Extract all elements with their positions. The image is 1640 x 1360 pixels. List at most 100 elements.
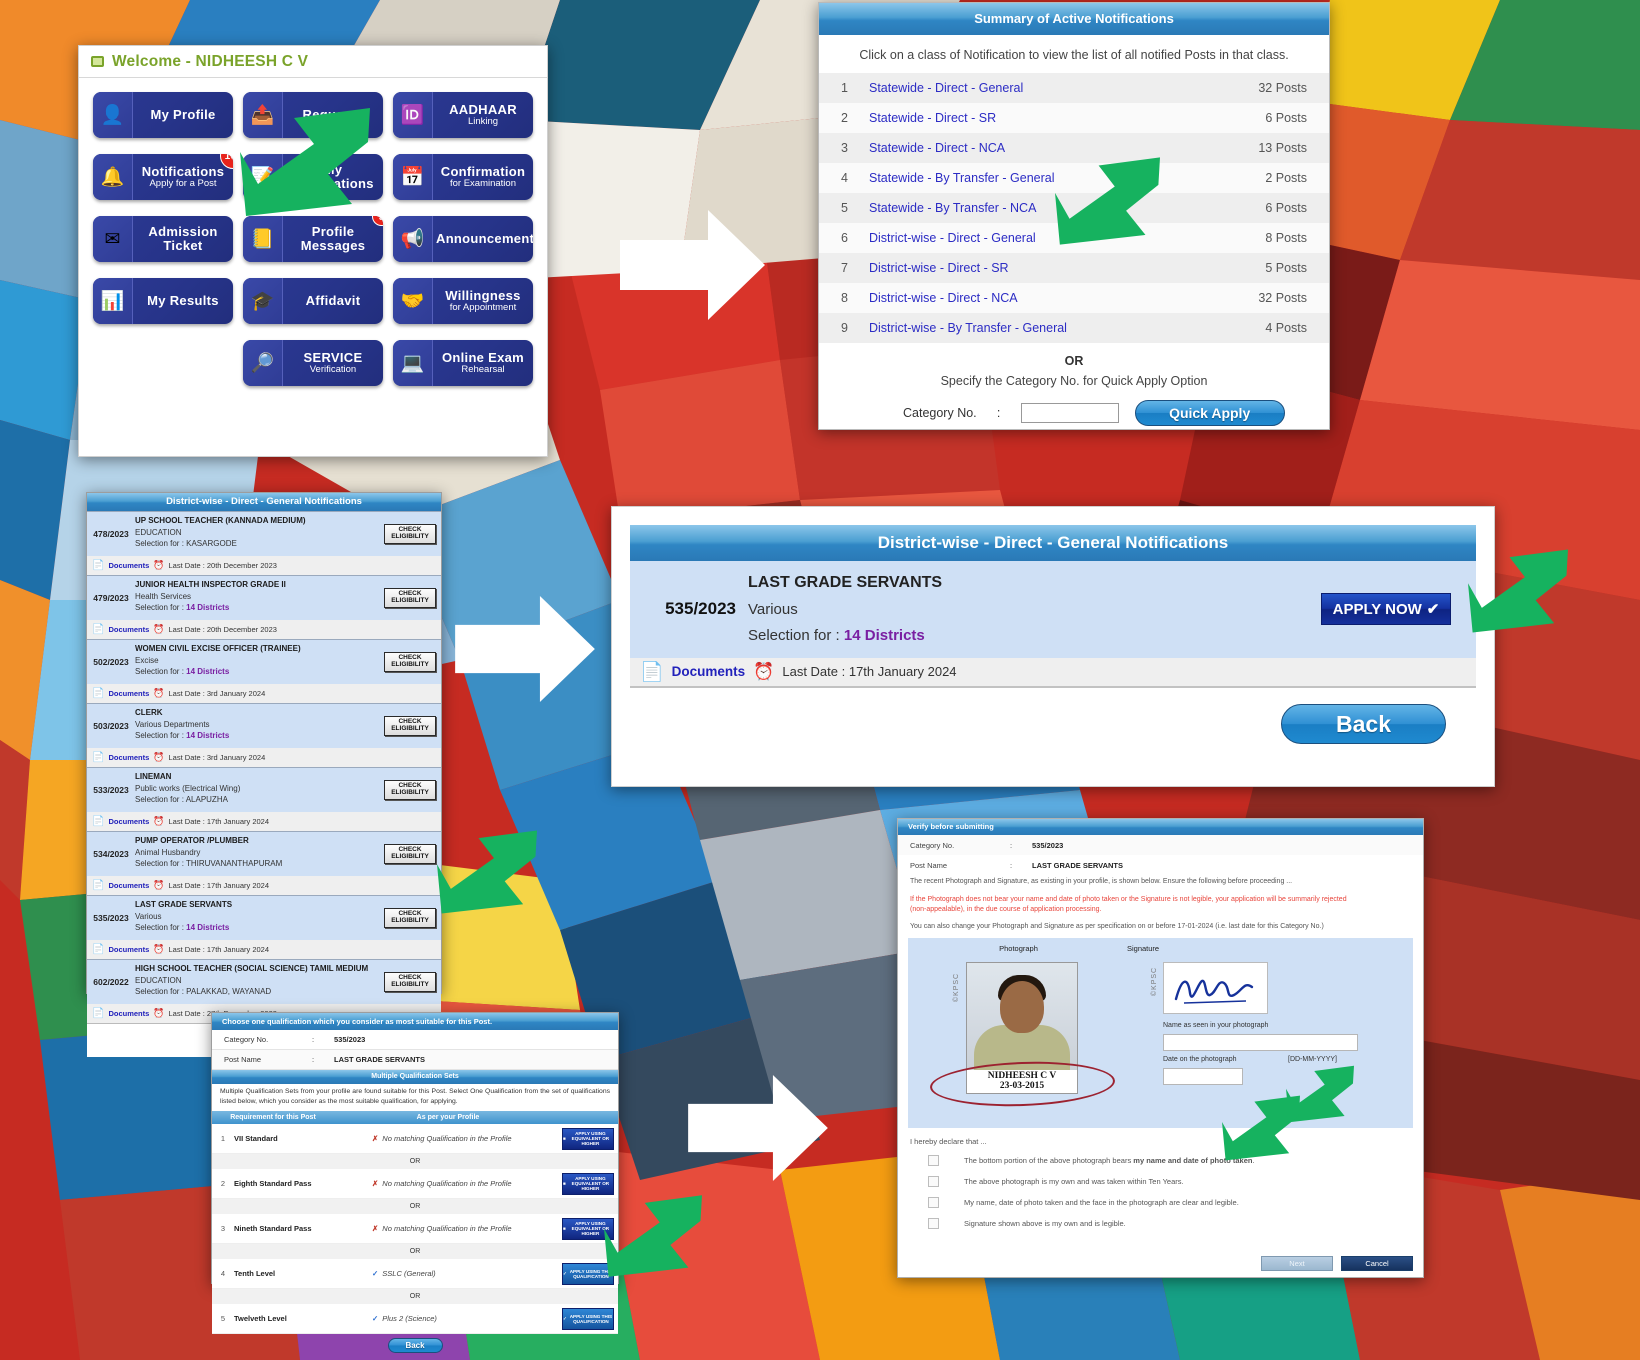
summary-row-link[interactable]: District-wise - By Transfer - General (869, 321, 1229, 335)
notification-row[interactable]: 502/2023 WOMEN CIVIL EXCISE OFFICER (TRAI… (87, 639, 441, 684)
tile-label-primary: Online Exam (441, 349, 525, 365)
documents-link[interactable]: Documents (108, 945, 149, 954)
name-as-in-photo-input[interactable] (1163, 1034, 1358, 1051)
documents-link[interactable]: Documents (672, 664, 746, 679)
qualification-row[interactable]: 1 VII Standard ✗ No matching Qualification … (212, 1124, 618, 1155)
notification-last-date: Last Date : 20th December 2023 (168, 625, 277, 634)
summary-row-index: 8 (841, 291, 848, 305)
summary-row-link[interactable]: Statewide - Direct - NCA (869, 141, 1229, 155)
magnifier-icon: 🔎 (243, 340, 283, 386)
documents-link[interactable]: Documents (108, 561, 149, 570)
dashboard-tile-service[interactable]: 🔎 SERVICE Verification (243, 340, 383, 386)
summary-row-link[interactable]: Statewide - Direct - General (869, 81, 1229, 95)
notification-row[interactable]: 534/2023 PUMP OPERATOR /PLUMBER Animal Hus… (87, 831, 441, 876)
summary-row[interactable]: 1 Statewide - Direct - General 32 Posts (819, 73, 1329, 103)
declaration-checkbox[interactable] (928, 1176, 939, 1187)
declaration-row[interactable]: Signature shown above is my own and is l… (898, 1213, 1423, 1234)
qualification-row[interactable]: 4 Tenth Level ✓ SSLC (General) ✓ APPLY USING … (212, 1259, 618, 1290)
declaration-row[interactable]: My name, date of photo taken and the fac… (898, 1192, 1423, 1213)
notification-row[interactable]: 478/2023 UP SCHOOL TEACHER (KANNADA MEDIU… (87, 511, 441, 556)
notification-post-name: WOMEN CIVIL EXCISE OFFICER (TRAINEE) (135, 644, 301, 653)
qualification-title: Choose one qualification which you consi… (212, 1013, 618, 1030)
tile-label: AADHAAR Linking (433, 92, 533, 138)
summary-row-link[interactable]: District-wise - Direct - SR (869, 261, 1229, 275)
verify-warning-line1: If the Photograph does not bear your nam… (910, 895, 1347, 903)
check-eligibility-button[interactable]: CHECK ELIGIBILITY (384, 780, 436, 800)
qualification-row[interactable]: 2 Eighth Standard Pass ✗ No matching Qualif… (212, 1169, 618, 1200)
summary-row-link[interactable]: Statewide - Direct - SR (869, 111, 1229, 125)
qual-post-label: Post Name (224, 1055, 262, 1064)
dashboard-tile-profile-messages[interactable]: 📒 Profile Messages 3 (243, 216, 383, 262)
laptop-icon: 💻 (393, 340, 433, 386)
documents-link[interactable]: Documents (108, 689, 149, 698)
category-no-input[interactable] (1020, 403, 1119, 423)
tile-label-primary: My Profile (150, 106, 216, 122)
no-match-icon: ✗ (372, 1224, 379, 1234)
notification-row[interactable]: 533/2023 LINEMAN Public works (Electrical … (87, 767, 441, 812)
green-arrow-district-wise-row (1055, 157, 1160, 245)
dashboard-tile-notifications[interactable]: 🔔NotificationsApply for a Post108 (93, 154, 233, 200)
dashboard-tile-my-profile[interactable]: 👤 My Profile (93, 92, 233, 138)
summary-row[interactable]: 2 Statewide - Direct - SR 6 Posts (819, 103, 1329, 133)
apply-now-button[interactable]: APPLY NOW ✔ (1321, 593, 1451, 626)
summary-row[interactable]: 8 District-wise - Direct - NCA 32 Posts (819, 283, 1329, 313)
declaration-row[interactable]: The above photograph is my own and was t… (898, 1171, 1423, 1192)
qual-back-button[interactable]: Back (387, 1337, 443, 1353)
declaration-checkbox[interactable] (928, 1218, 939, 1229)
notification-department: Animal Husbandry (135, 847, 201, 857)
documents-link[interactable]: Documents (108, 881, 149, 890)
dashboard-tile-confirmation[interactable]: 📅 Confirmation for Examination (393, 154, 533, 200)
detail-selection-prefix: Selection for : (748, 627, 844, 645)
check-eligibility-button[interactable]: CHECK ELIGIBILITY (384, 844, 436, 864)
handshake-icon: 🤝 (393, 278, 433, 324)
dashboard-tile-aadhaar[interactable]: 🆔 AADHAAR Linking (393, 92, 533, 138)
photograph-caption: Photograph (999, 944, 1038, 953)
apply-using-equivalent-button[interactable]: ■ APPLY USING EQUIVALENT OR HIGHER (562, 1172, 614, 1195)
notification-row[interactable]: 503/2023 CLERK Various Departments Selectio… (87, 703, 441, 748)
detail-selection-for: Selection for : 14 Districts (748, 623, 1296, 649)
notification-row[interactable]: 602/2022 HIGH SCHOOL TEACHER (SOCIAL SCIE… (87, 959, 441, 1004)
quick-apply-button[interactable]: Quick Apply (1134, 400, 1285, 426)
summary-row-link[interactable]: Statewide - By Transfer - NCA (869, 201, 1229, 215)
apply-using-equivalent-button[interactable]: ■ APPLY USING EQUIVALENT OR HIGHER (562, 1127, 614, 1150)
clock-icon: ⏰ (153, 688, 165, 698)
documents-link[interactable]: Documents (108, 753, 149, 762)
qual-button-label: APPLY USING EQUIVALENT OR HIGHER (571, 1131, 610, 1147)
qualification-row[interactable]: 3 Nineth Standard Pass ✗ No matching Qualif… (212, 1214, 618, 1245)
dashboard-tile-affidavit[interactable]: 🎓 Affidavit (243, 278, 383, 324)
qual-or-separator: OR (212, 1199, 618, 1215)
check-eligibility-button[interactable]: CHECK ELIGIBILITY (384, 972, 436, 992)
notification-row[interactable]: 479/2023 JUNIOR HEALTH INSPECTOR GRADE II… (87, 575, 441, 620)
dashboard-tile-announcements[interactable]: 📢 Announcements (393, 216, 533, 262)
check-eligibility-button[interactable]: CHECK ELIGIBILITY (384, 588, 436, 608)
apply-using-this-qualification-button[interactable]: ✓ APPLY USING THIS QUALIFICATION (562, 1307, 614, 1330)
dashboard-tile-willingness[interactable]: 🤝 Willingness for Appointment (393, 278, 533, 324)
summary-row-link[interactable]: Statewide - By Transfer - General (869, 171, 1229, 185)
cancel-button[interactable]: Cancel (1341, 1256, 1413, 1271)
verify-category-row: Category No. : 535/2023 (898, 835, 1423, 855)
declaration-row[interactable]: The bottom portion of the above photogra… (898, 1150, 1423, 1171)
declaration-checkbox[interactable] (928, 1155, 939, 1166)
documents-link[interactable]: Documents (108, 1009, 149, 1018)
dashboard-tile-admission-ticket[interactable]: ✉ Admission Ticket (93, 216, 233, 262)
summary-row[interactable]: 9 District-wise - By Transfer - General 4 … (819, 313, 1329, 343)
documents-link[interactable]: Documents (108, 625, 149, 634)
date-on-photo-input[interactable] (1163, 1068, 1243, 1085)
detail-back-button[interactable]: Back (1281, 703, 1446, 744)
declaration-checkbox[interactable] (928, 1197, 939, 1208)
summary-row-link[interactable]: District-wise - Direct - NCA (869, 291, 1229, 305)
check-eligibility-button[interactable]: CHECK ELIGIBILITY (384, 524, 436, 544)
dashboard-tile-online-exam[interactable]: 💻 Online Exam Rehearsal (393, 340, 533, 386)
dashboard-tile-my-results[interactable]: 📊 My Results (93, 278, 233, 324)
summary-row-link[interactable]: District-wise - Direct - General (869, 231, 1229, 245)
notification-row[interactable]: 535/2023 LAST GRADE SERVANTS Various Select… (87, 895, 441, 940)
qualification-row[interactable]: 5 Twelveth Level ✓ Plus 2 (Science) ✓ APPLY U… (212, 1304, 618, 1335)
check-eligibility-button[interactable]: CHECK ELIGIBILITY (384, 716, 436, 736)
check-eligibility-button[interactable]: CHECK ELIGIBILITY (384, 908, 436, 928)
pdf-icon: 📄 (92, 624, 105, 635)
declaration-rows: The bottom portion of the above photogra… (898, 1150, 1423, 1234)
documents-link[interactable]: Documents (108, 817, 149, 826)
next-button[interactable]: Next (1261, 1256, 1333, 1271)
check-eligibility-button[interactable]: CHECK ELIGIBILITY (384, 652, 436, 672)
summary-row[interactable]: 7 District-wise - Direct - SR 5 Posts (819, 253, 1329, 283)
